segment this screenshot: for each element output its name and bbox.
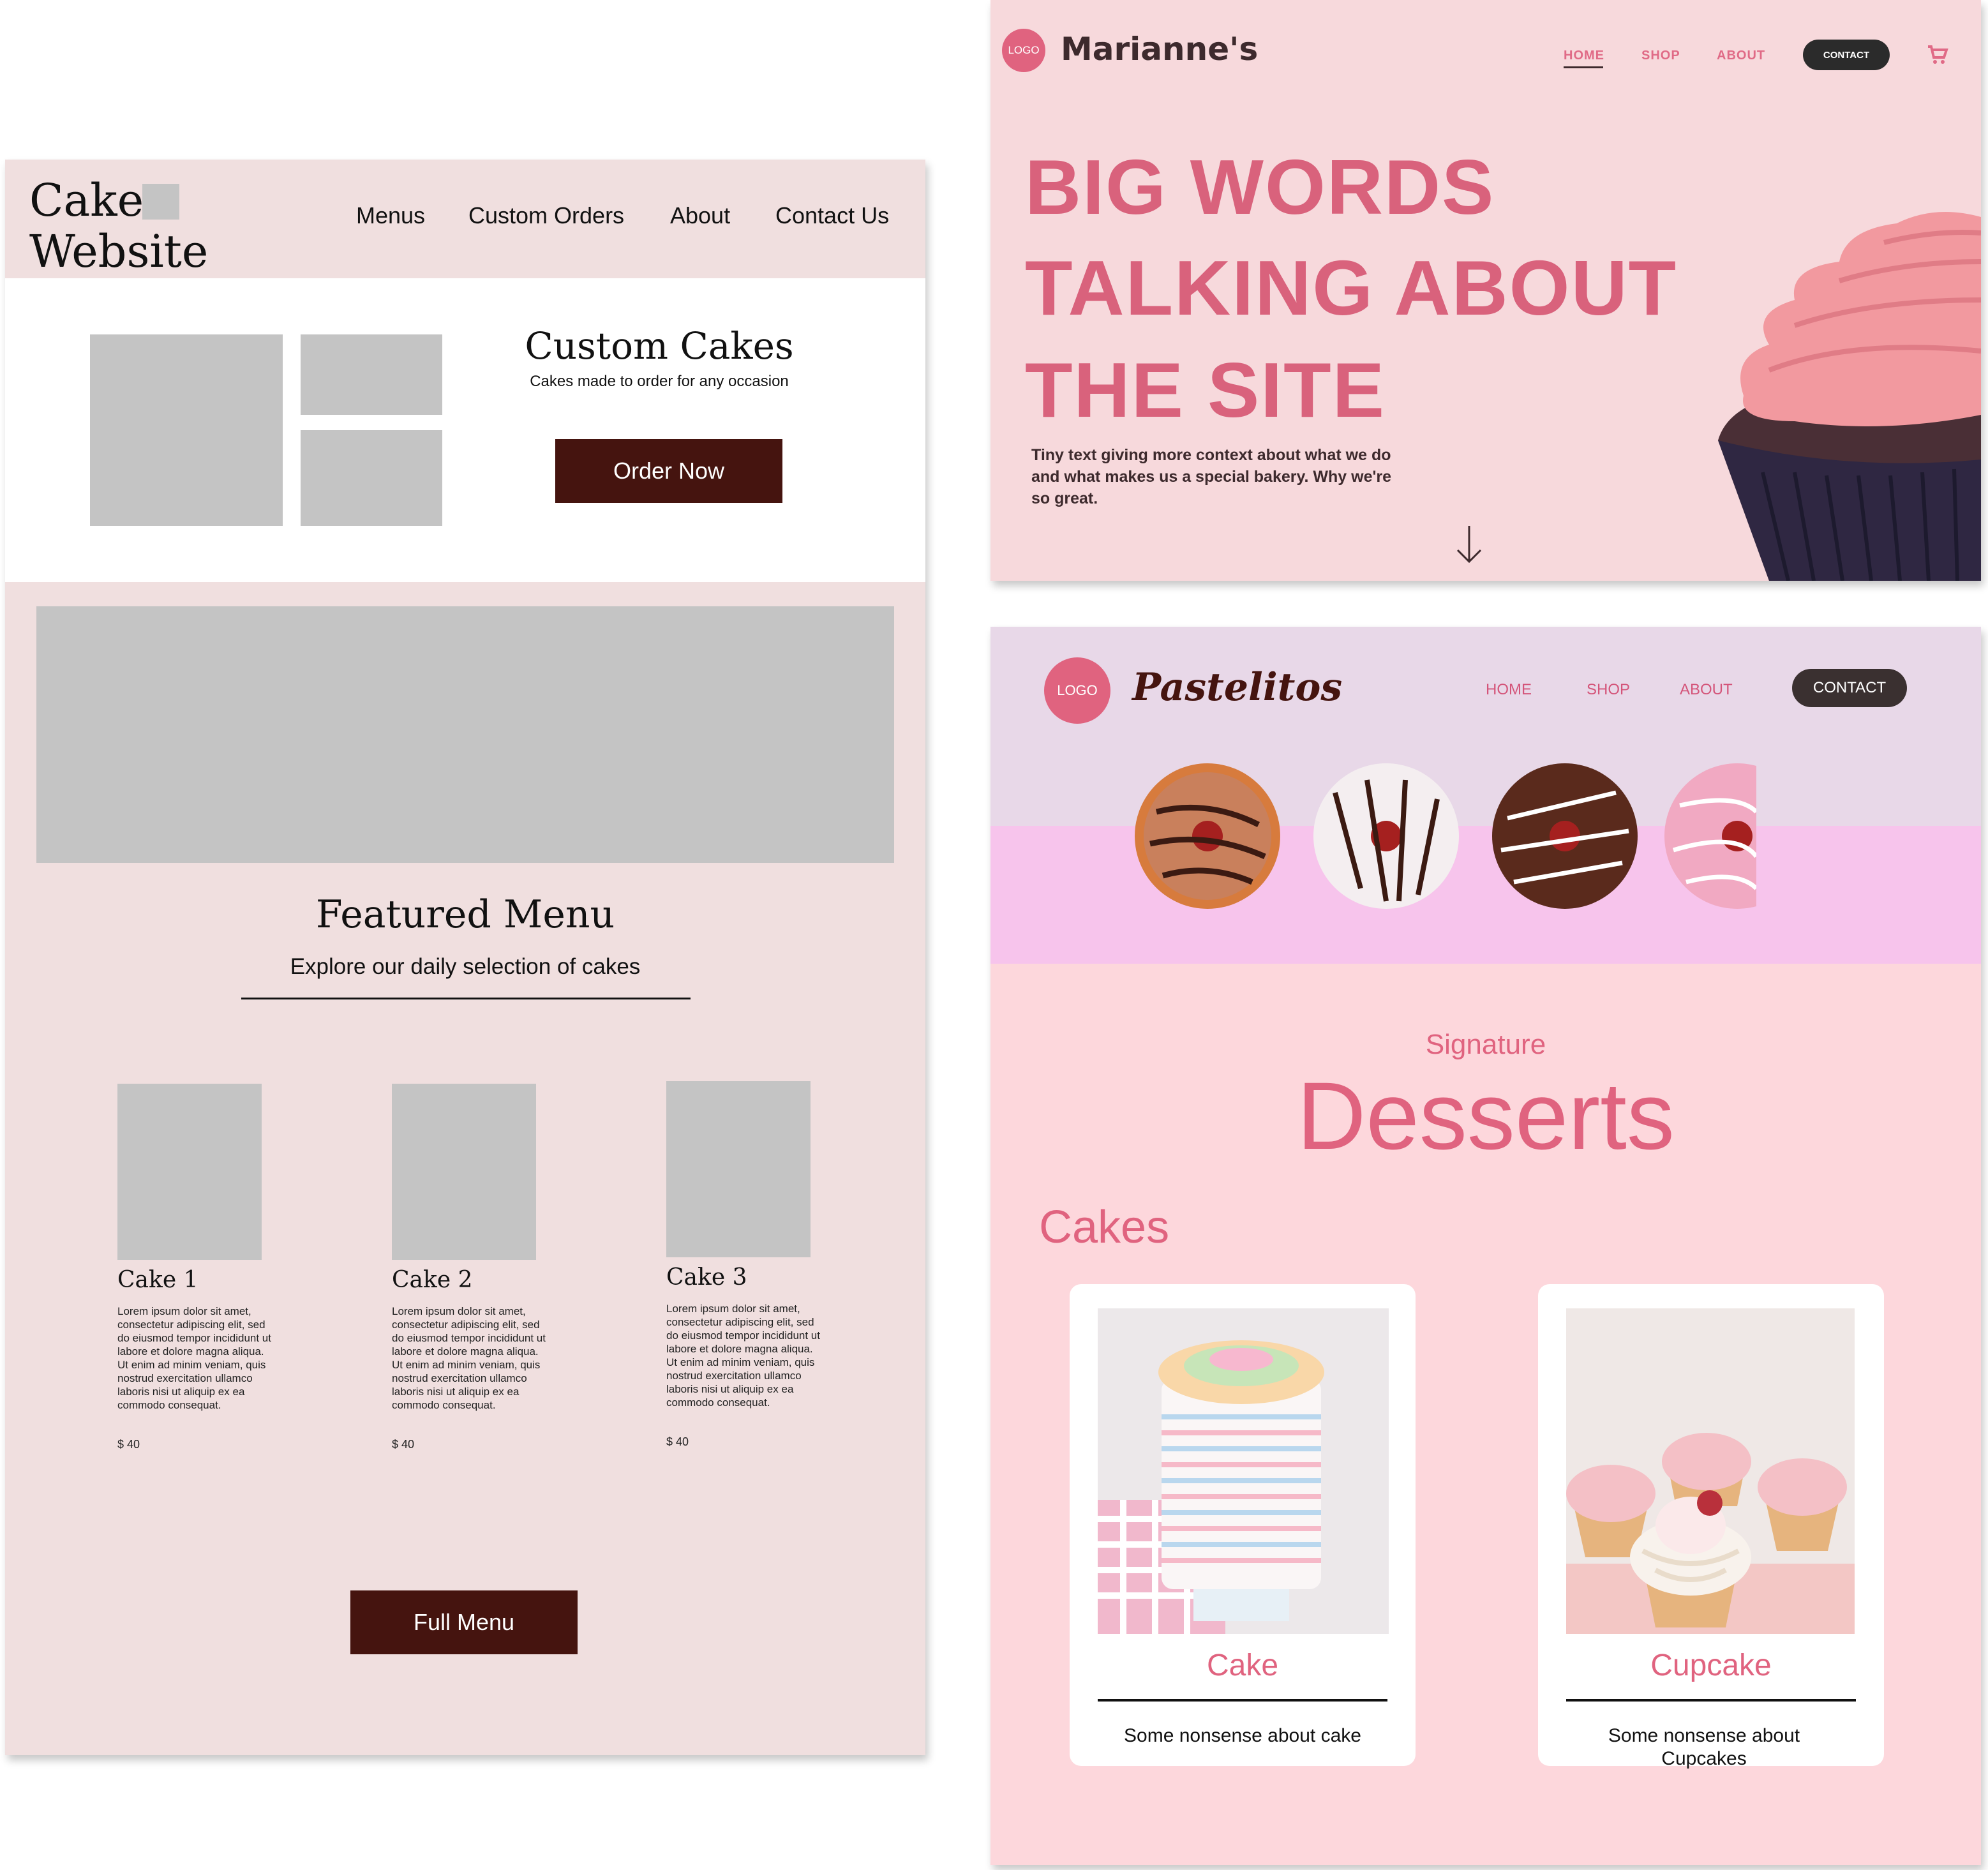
custom-image-top <box>301 334 442 415</box>
wireframe-page: Cake Website Menus Custom Orders About C… <box>5 160 925 1755</box>
cupcake-card-title: Cupcake <box>1650 1649 1772 1682</box>
mariannes-brand[interactable]: Marianne's <box>1061 31 1258 68</box>
custom-cakes-subtitle: Cakes made to order for any occasion <box>530 373 789 390</box>
mariannes-nav-shop[interactable]: SHOP <box>1641 49 1680 63</box>
cupcake-card[interactable]: Cupcake Some nonsense about Cupcakes <box>1538 1284 1884 1769</box>
logo-line-2: Website <box>29 225 209 278</box>
cake-1-name: Cake 1 <box>117 1267 198 1293</box>
rainbow-cake-photo <box>1098 1308 1389 1634</box>
pastelitos-nav-about[interactable]: ABOUT <box>1680 681 1733 699</box>
cake-3-description: Lorem ipsum dolor sit amet, consectetur … <box>666 1303 820 1409</box>
cake-2-name: Cake 2 <box>392 1267 473 1293</box>
cake-1-image <box>117 1084 262 1260</box>
logo-line-1: Cake <box>29 174 144 227</box>
headline-line-1: BIG WORDS <box>1025 144 1495 230</box>
cupcake-card-description: Some nonsense about Cupcakes <box>1608 1725 1800 1769</box>
cake-2-image <box>392 1084 536 1260</box>
pastelitos-nav-home[interactable]: HOME <box>1486 681 1532 699</box>
cake-2-description: Lorem ipsum dolor sit amet, consectetur … <box>392 1305 546 1411</box>
desserts-heading: Desserts <box>1297 1062 1675 1169</box>
mariannes-nav-about[interactable]: ABOUT <box>1717 49 1765 63</box>
cupcakes-photo <box>1566 1308 1855 1634</box>
donuts-illustration <box>1135 763 1756 909</box>
mariannes-contact-button[interactable]: CONTACT <box>1803 40 1890 70</box>
pastelitos-page: LOGO Pastelitos HOME SHOP ABOUT CONTACT … <box>990 627 1981 1865</box>
cake-card[interactable]: Cake Some nonsense about cake <box>1070 1284 1416 1766</box>
cake-card-divider <box>1098 1699 1387 1702</box>
featured-menu-title: Featured Menu <box>315 892 615 937</box>
featured-divider <box>241 998 691 999</box>
custom-cakes-title: Custom Cakes <box>525 324 794 368</box>
cake-1-price: $ 40 <box>117 1438 140 1451</box>
mariannes-page: LOGO Marianne's HOME SHOP ABOUT CONTACT … <box>990 0 1981 581</box>
pastelitos-brand[interactable]: Pastelitos <box>1132 665 1342 710</box>
cupcake-card-divider <box>1566 1699 1856 1702</box>
pastelitos-logo[interactable]: LOGO <box>1044 657 1110 724</box>
cake-3-name: Cake 3 <box>666 1264 747 1290</box>
arrow-down-icon[interactable] <box>1455 525 1483 564</box>
home-underline <box>1564 66 1603 68</box>
site-logo-text[interactable]: Cake Website <box>29 175 208 277</box>
mariannes-body-text: Tiny text giving more context about what… <box>1031 446 1392 507</box>
headline-line-2: TALKING ABOUT <box>1025 244 1678 331</box>
featured-menu-subtitle: Explore our daily selection of cakes <box>290 954 641 979</box>
pastelitos-contact-button[interactable]: CONTACT <box>1792 669 1907 707</box>
order-now-button[interactable]: Order Now <box>555 439 782 503</box>
cake-1-description: Lorem ipsum dolor sit amet, consectetur … <box>117 1305 271 1411</box>
headline-line-3: THE SITE <box>1025 347 1386 433</box>
custom-image-large <box>90 334 283 526</box>
signature-label: Signature <box>1425 1029 1546 1060</box>
nav-menus[interactable]: Menus <box>356 204 425 227</box>
cake-3-image <box>666 1081 811 1257</box>
hero-banner-image <box>36 606 894 863</box>
pastelitos-nav-shop[interactable]: SHOP <box>1587 681 1630 699</box>
full-menu-button[interactable]: Full Menu <box>350 1590 578 1654</box>
nav-custom-orders[interactable]: Custom Orders <box>468 204 624 227</box>
mariannes-nav-home[interactable]: HOME <box>1564 49 1604 63</box>
cakes-section-heading: Cakes <box>1039 1202 1170 1253</box>
cake-card-description: Some nonsense about cake <box>1124 1725 1361 1746</box>
nav-contact-us[interactable]: Contact Us <box>775 204 889 227</box>
mariannes-logo[interactable]: LOGO <box>1002 29 1045 72</box>
cupcake-image <box>1718 212 1981 581</box>
cart-icon[interactable] <box>1927 45 1948 65</box>
nav-about[interactable]: About <box>670 204 730 227</box>
cake-2-price: $ 40 <box>392 1438 415 1451</box>
logo-placeholder-image <box>142 184 179 220</box>
cake-3-price: $ 40 <box>666 1435 689 1448</box>
cake-card-title: Cake <box>1206 1649 1279 1682</box>
custom-image-bottom <box>301 430 442 526</box>
custom-cakes-section: Custom Cakes Cakes made to order for any… <box>5 278 925 582</box>
